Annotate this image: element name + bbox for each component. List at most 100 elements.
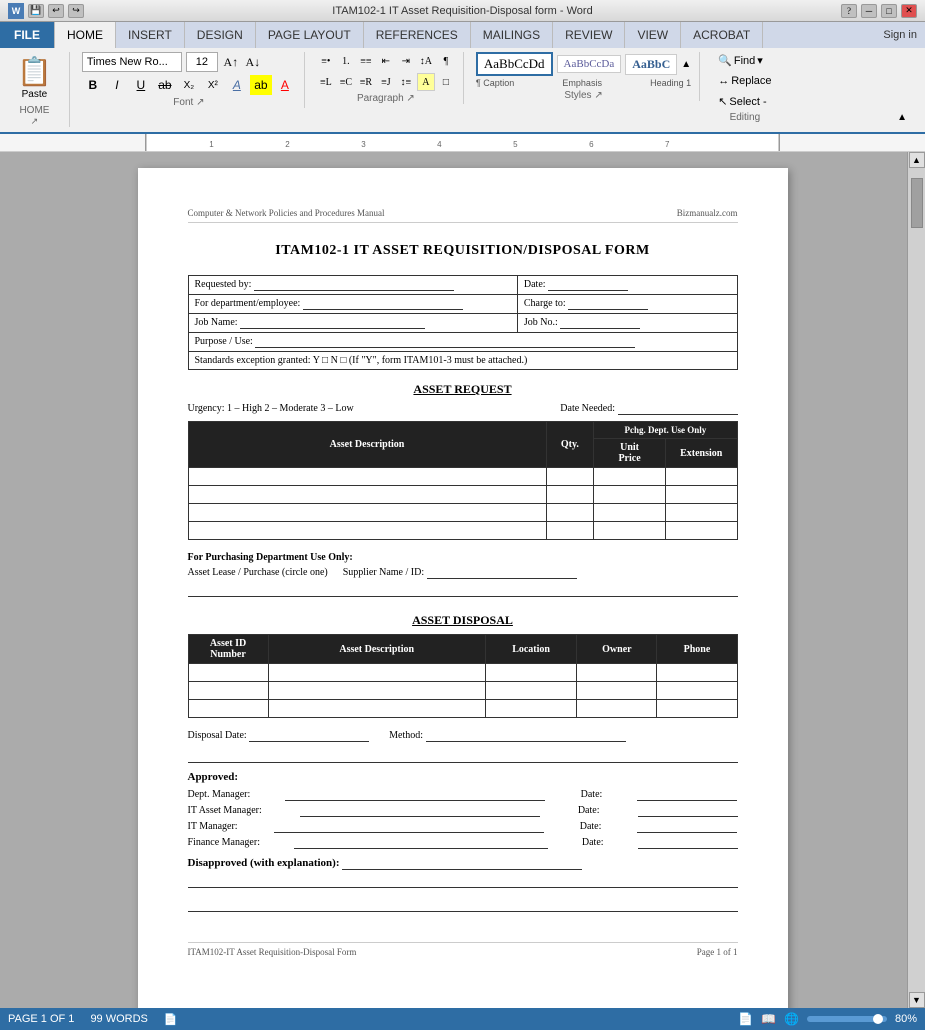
- clipboard-group: 📋 Paste HOME ↗: [8, 52, 70, 127]
- asset-row-2: [188, 486, 737, 504]
- tab-file[interactable]: FILE: [0, 22, 55, 48]
- ribbon-expand-button[interactable]: ▲: [897, 112, 907, 123]
- maximize-button[interactable]: □: [881, 4, 897, 18]
- view-web-button[interactable]: 🌐: [784, 1012, 799, 1026]
- font-color-button[interactable]: A: [274, 75, 296, 95]
- disapproved-line-2: [188, 898, 738, 912]
- col-qty: Qty.: [546, 422, 594, 468]
- col-asset-desc-disposal: Asset Description: [268, 635, 485, 664]
- tab-view[interactable]: VIEW: [625, 22, 681, 48]
- border-button[interactable]: □: [437, 73, 455, 91]
- sign-in[interactable]: Sign in: [763, 22, 925, 48]
- paste-button[interactable]: 📋 Paste: [8, 52, 61, 103]
- tab-insert[interactable]: INSERT: [116, 22, 185, 48]
- align-center-button[interactable]: ≡C: [337, 73, 355, 91]
- style-heading1[interactable]: AaBbC: [625, 54, 677, 75]
- it-manager-row: IT Manager: Date:: [188, 821, 738, 833]
- font-name-input[interactable]: [82, 52, 182, 72]
- scroll-track: [910, 168, 924, 992]
- proofing-icon[interactable]: 📄: [164, 1013, 178, 1026]
- text-highlight-button[interactable]: ab: [250, 75, 272, 95]
- tab-references[interactable]: REFERENCES: [364, 22, 471, 48]
- zoom-slider[interactable]: [807, 1016, 887, 1022]
- titlebar-left-controls: W 💾 ↩ ↪: [8, 3, 84, 19]
- tab-design[interactable]: DESIGN: [185, 22, 256, 48]
- quick-access-redo[interactable]: ↪: [68, 4, 84, 18]
- finance-manager-row: Finance Manager: Date:: [188, 837, 738, 849]
- align-left-button[interactable]: ≡L: [317, 73, 335, 91]
- asset-row-3: [188, 504, 737, 522]
- view-read-button[interactable]: 📖: [761, 1012, 776, 1026]
- help-button[interactable]: ?: [841, 4, 857, 18]
- sort-button[interactable]: ↕A: [417, 52, 435, 70]
- bullets-button[interactable]: ≡•: [317, 52, 335, 70]
- font-size-input[interactable]: [186, 52, 218, 72]
- col-asset-id: Asset IDNumber: [188, 635, 268, 664]
- styles-scroll-up[interactable]: ▲: [681, 59, 691, 70]
- line-spacing-button[interactable]: ↕≡: [397, 73, 415, 91]
- right-scrollbar[interactable]: ▲ ▼: [907, 152, 925, 1008]
- scroll-thumb[interactable]: [911, 178, 923, 228]
- disposal-row-2: [188, 682, 737, 700]
- ribbon-tabs: FILE HOME INSERT DESIGN PAGE LAYOUT REFE…: [0, 22, 925, 48]
- view-print-button[interactable]: 📄: [738, 1012, 753, 1026]
- numbering-button[interactable]: 1.: [337, 52, 355, 70]
- font-group: A↑ A↓ B I U ab X₂ X² A ab A Font ↗: [82, 52, 305, 108]
- minimize-button[interactable]: ─: [861, 4, 877, 18]
- job-no-label: Job No.:: [524, 317, 558, 328]
- col-extension: Extension: [665, 439, 737, 468]
- shading-button[interactable]: A: [417, 73, 435, 91]
- underline-button[interactable]: U: [130, 75, 152, 95]
- text-effects-button[interactable]: A: [226, 75, 248, 95]
- style-normal[interactable]: AaBbCcDd: [476, 52, 553, 76]
- urgency-text: Urgency: 1 – High 2 – Moderate 3 – Low: [188, 403, 354, 415]
- increase-indent-button[interactable]: ⇥: [397, 52, 415, 70]
- justify-button[interactable]: ≡J: [377, 73, 395, 91]
- tab-mailings[interactable]: MAILINGS: [471, 22, 553, 48]
- app-icon: W: [8, 3, 24, 19]
- bold-button[interactable]: B: [82, 75, 104, 95]
- italic-button[interactable]: I: [106, 75, 128, 95]
- strikethrough-button[interactable]: ab: [154, 75, 176, 95]
- finance-manager-label: Finance Manager:: [188, 837, 260, 849]
- ruler: 1 2 3 4 5 6 7: [0, 134, 925, 152]
- scroll-up-button[interactable]: ▲: [909, 152, 925, 168]
- svg-text:3: 3: [361, 140, 366, 149]
- zoom-thumb[interactable]: [873, 1014, 883, 1024]
- tab-review[interactable]: REVIEW: [553, 22, 625, 48]
- close-button[interactable]: ✕: [901, 4, 917, 18]
- font-grow-icon[interactable]: A↑: [222, 53, 240, 71]
- tab-home[interactable]: HOME: [55, 22, 116, 48]
- asset-request-table: Asset Description Qty. Pchg. Dept. Use O…: [188, 421, 738, 540]
- dept-manager-label: Dept. Manager:: [188, 789, 251, 801]
- col-owner: Owner: [577, 635, 657, 664]
- form-title: ITAM102-1 IT ASSET REQUISITION/DISPOSAL …: [188, 243, 738, 259]
- charge-to-label: Charge to:: [524, 298, 566, 309]
- page-info: PAGE 1 OF 1: [8, 1013, 74, 1026]
- replace-button[interactable]: ↔ Replace: [712, 73, 777, 89]
- quick-access-undo[interactable]: ↩: [48, 4, 64, 18]
- status-bar: PAGE 1 OF 1 99 WORDS 📄 📄 📖 🌐 80%: [0, 1008, 925, 1030]
- show-marks-button[interactable]: ¶: [437, 52, 455, 70]
- disposal-fields: Disposal Date: Method:: [188, 730, 738, 742]
- quick-access-save[interactable]: 💾: [28, 4, 44, 18]
- select-button[interactable]: ↖ Select -: [712, 93, 777, 110]
- scroll-down-button[interactable]: ▼: [909, 992, 925, 1008]
- asset-row-1: [188, 468, 737, 486]
- tab-acrobat[interactable]: ACROBAT: [681, 22, 763, 48]
- supplier-label: Supplier Name / ID:: [343, 567, 424, 578]
- superscript-button[interactable]: X²: [202, 75, 224, 95]
- disposal-row-1: [188, 664, 737, 682]
- style-caption[interactable]: AaBbCcDa: [557, 55, 622, 73]
- tab-page-layout[interactable]: PAGE LAYOUT: [256, 22, 364, 48]
- font-shrink-icon[interactable]: A↓: [244, 53, 262, 71]
- subscript-button[interactable]: X₂: [178, 75, 200, 95]
- multilevel-button[interactable]: ≡≡: [357, 52, 375, 70]
- header-left: Computer & Network Policies and Procedur…: [188, 208, 385, 218]
- decrease-indent-button[interactable]: ⇤: [377, 52, 395, 70]
- disapproved-label: Disapproved (with explanation):: [188, 857, 340, 869]
- align-right-button[interactable]: ≡R: [357, 73, 375, 91]
- window-controls: ? ─ □ ✕: [841, 4, 917, 18]
- requested-by-label: Requested by:: [195, 279, 252, 290]
- find-button[interactable]: 🔍 Find ▾: [712, 52, 777, 69]
